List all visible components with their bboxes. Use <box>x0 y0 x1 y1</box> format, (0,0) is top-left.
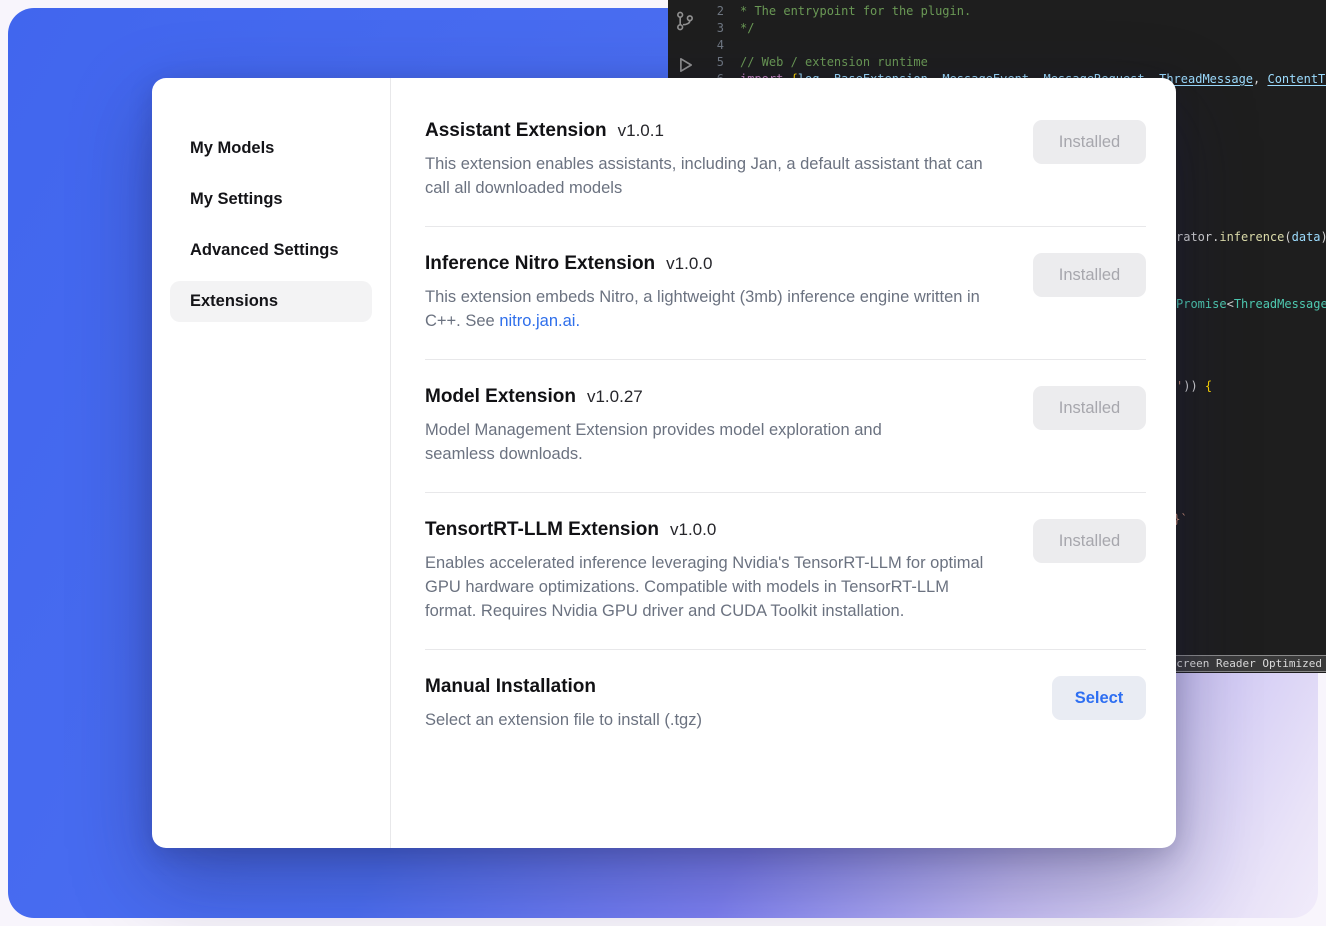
extension-row-assistant: Assistant Extension v1.0.1 This extensio… <box>425 94 1146 226</box>
code-fragment: Promise<ThreadMessage> <box>1176 296 1326 312</box>
select-file-button[interactable]: Select <box>1052 676 1146 720</box>
code-lines[interactable]: 2* The entrypoint for the plugin.3*/45//… <box>702 3 1326 88</box>
extension-version: v1.0.0 <box>666 254 712 274</box>
extension-title-line: TensortRT-LLM Extension v1.0.0 <box>425 519 1003 541</box>
extension-description: Enables accelerated inference leveraging… <box>425 551 1003 623</box>
extension-description: This extension enables assistants, inclu… <box>425 152 1003 200</box>
code-line: 2* The entrypoint for the plugin. <box>702 3 1326 20</box>
extension-row-model: Model Extension v1.0.27 Model Management… <box>425 360 1146 492</box>
desktop: 2* The entrypoint for the plugin.3*/45//… <box>0 0 1326 926</box>
extension-description: Model Management Extension provides mode… <box>425 418 925 466</box>
extension-version: v1.0.1 <box>618 121 664 141</box>
extension-info: Model Extension v1.0.27 Model Management… <box>425 386 925 466</box>
installed-button[interactable]: Installed <box>1033 519 1146 563</box>
line-number: 3 <box>702 20 740 37</box>
code-line: 3*/ <box>702 20 1326 37</box>
code-line: 5// Web / extension runtime <box>702 54 1326 71</box>
sidebar-item-my-models[interactable]: My Models <box>170 128 372 169</box>
extension-row-manual-installation: Manual Installation Select an extension … <box>425 650 1146 758</box>
extension-version: v1.0.0 <box>670 520 716 540</box>
code-fragment: rator.inference(data)); <box>1176 229 1326 245</box>
extension-info: Inference Nitro Extension v1.0.0 This ex… <box>425 253 1003 333</box>
line-number: 2 <box>702 3 740 20</box>
settings-sidebar: My Models My Settings Advanced Settings … <box>152 78 391 848</box>
run-debug-icon[interactable] <box>674 54 696 76</box>
extension-description: This extension embeds Nitro, a lightweig… <box>425 285 1003 333</box>
line-number: 5 <box>702 54 740 71</box>
extension-description: Select an extension file to install (.tg… <box>425 708 702 732</box>
installed-button[interactable]: Installed <box>1033 386 1146 430</box>
extension-title: Model Extension <box>425 386 576 408</box>
extension-title-line: Manual Installation <box>425 676 702 698</box>
extension-title-line: Inference Nitro Extension v1.0.0 <box>425 253 1003 275</box>
extension-row-tensorrt-llm: TensortRT-LLM Extension v1.0.0 Enables a… <box>425 493 1146 649</box>
source-control-icon[interactable] <box>674 10 696 32</box>
code-fragment: ')) { <box>1176 378 1212 394</box>
extension-info: Assistant Extension v1.0.1 This extensio… <box>425 120 1003 200</box>
installed-button[interactable]: Installed <box>1033 120 1146 164</box>
extension-version: v1.0.27 <box>587 387 643 407</box>
extension-row-inference-nitro: Inference Nitro Extension v1.0.0 This ex… <box>425 227 1146 359</box>
screen-reader-status-chip[interactable]: Screen Reader Optimized <box>1162 655 1326 672</box>
extension-title-line: Model Extension v1.0.27 <box>425 386 925 408</box>
extension-title: TensortRT-LLM Extension <box>425 519 659 541</box>
extension-title: Assistant Extension <box>425 120 607 142</box>
sidebar-item-advanced-settings[interactable]: Advanced Settings <box>170 230 372 271</box>
extension-title-line: Assistant Extension v1.0.1 <box>425 120 1003 142</box>
code-line: 4 <box>702 37 1326 54</box>
sidebar-item-my-settings[interactable]: My Settings <box>170 179 372 220</box>
code-text: * The entrypoint for the plugin. <box>740 3 971 20</box>
code-text: */ <box>740 20 754 37</box>
sidebar-item-extensions[interactable]: Extensions <box>170 281 372 322</box>
code-text: // Web / extension runtime <box>740 54 928 71</box>
installed-button[interactable]: Installed <box>1033 253 1146 297</box>
line-number: 4 <box>702 37 740 54</box>
settings-modal: My Models My Settings Advanced Settings … <box>152 78 1176 848</box>
extension-info: TensortRT-LLM Extension v1.0.0 Enables a… <box>425 519 1003 623</box>
extension-title: Inference Nitro Extension <box>425 253 655 275</box>
extensions-panel: Assistant Extension v1.0.1 This extensio… <box>391 78 1176 848</box>
nitro-jan-ai-link[interactable]: nitro.jan.ai. <box>499 312 580 330</box>
extension-title: Manual Installation <box>425 676 596 698</box>
extension-info: Manual Installation Select an extension … <box>425 676 702 732</box>
